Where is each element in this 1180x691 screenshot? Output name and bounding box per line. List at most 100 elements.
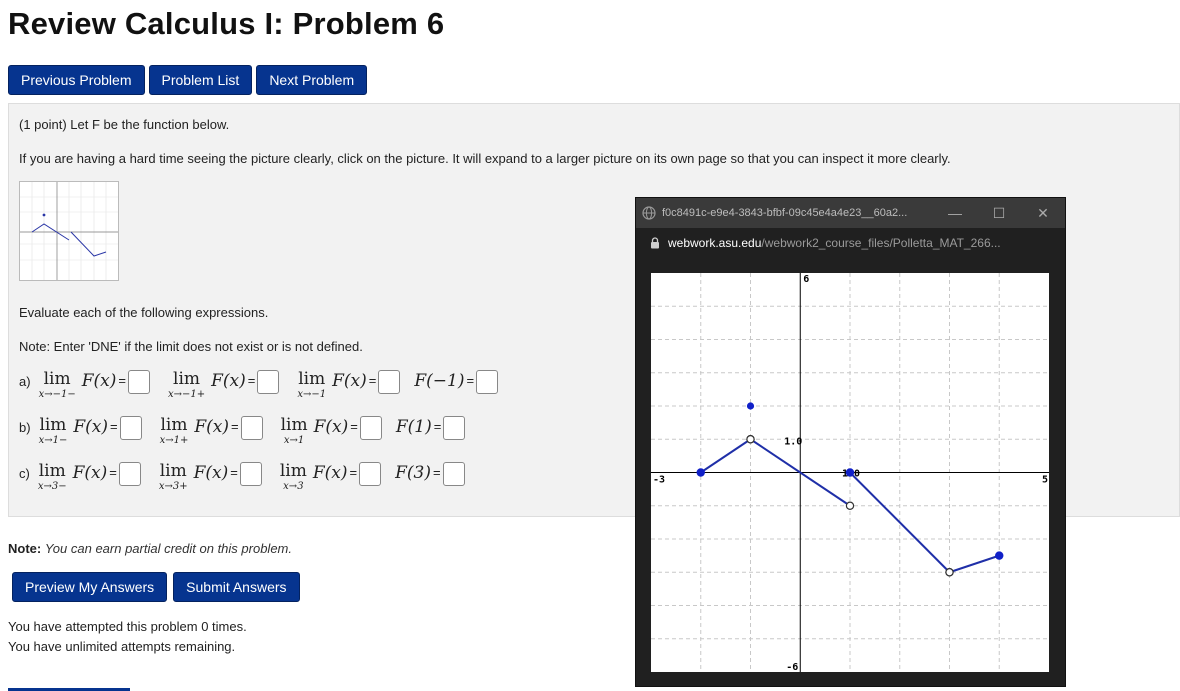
answer-input[interactable] xyxy=(378,370,401,394)
limit-subscript: x→−1 xyxy=(297,389,327,400)
function-expression: F(x) xyxy=(81,371,117,391)
function-expression: F(x) xyxy=(194,417,229,437)
graph-segment xyxy=(849,471,951,573)
equals-sign: = xyxy=(433,465,441,480)
function-value: F(1) xyxy=(395,417,432,437)
equals-sign: = xyxy=(466,373,475,388)
lim-symbol: lim xyxy=(160,415,188,435)
answer-input[interactable] xyxy=(443,416,466,440)
function-expression: F(x) xyxy=(312,463,348,483)
url-path: /webwork2_course_files/Polletta_MAT_266.… xyxy=(761,236,1001,250)
lim-symbol: lim xyxy=(159,461,187,481)
left-limit-expression: lim x→1− F(x) = xyxy=(35,416,142,447)
function-graph: -356-61.01.0 xyxy=(651,273,1049,672)
row-label: c) xyxy=(19,466,30,481)
two-sided-limit-expression: lim x→3 F(x) = xyxy=(276,461,382,493)
function-value-expression: F(3) = xyxy=(395,462,465,486)
limit-subscript: x→1− xyxy=(38,435,68,446)
answer-input[interactable] xyxy=(127,370,150,394)
function-expression: F(x) xyxy=(193,463,229,483)
function-value: F(3) xyxy=(395,463,432,483)
limit-subscript: x→−1+ xyxy=(167,389,206,400)
function-value-expression: F(1) = xyxy=(395,416,466,440)
note-text: You can earn partial credit on this prob… xyxy=(44,541,292,556)
answer-input[interactable] xyxy=(119,416,142,440)
maximize-icon[interactable]: ☐ xyxy=(977,198,1021,228)
function-expression: F(x) xyxy=(72,463,108,483)
equals-sign: = xyxy=(433,419,442,434)
problem-instructions: If you are having a hard time seeing the… xyxy=(19,151,951,166)
next-problem-button[interactable]: Next Problem xyxy=(256,65,368,95)
answer-input[interactable] xyxy=(442,462,465,486)
submit-answers-button[interactable]: Submit Answers xyxy=(173,572,300,602)
closed-endpoint xyxy=(995,551,1004,560)
problem-navigation: Previous Problem Problem List Next Probl… xyxy=(8,65,368,95)
y-min-tick-label: -6 xyxy=(786,662,798,672)
function-value-expression: F(−1) = xyxy=(414,370,499,394)
equals-sign: = xyxy=(118,373,126,388)
dne-note: Note: Enter 'DNE' if the limit does not … xyxy=(19,339,363,354)
left-limit-expression: lim x→−1− F(x) = xyxy=(35,370,150,401)
lim-symbol: lim xyxy=(279,461,307,481)
equals-sign: = xyxy=(247,373,256,388)
previous-problem-button[interactable]: Previous Problem xyxy=(8,65,145,95)
close-icon[interactable]: ✕ xyxy=(1021,198,1065,228)
question-row-a: a) lim x→−1− F(x) = lim x→−1+ F(x) = lim x→… xyxy=(19,370,512,401)
right-limit-expression: lim x→1+ F(x) = xyxy=(156,416,263,447)
limit-subscript: x→3+ xyxy=(158,481,188,492)
note-label: Note: xyxy=(8,541,42,556)
popup-title: f0c8491c-e9e4-3843-bfbf-09c45e4a4e23__60… xyxy=(662,207,908,219)
partial-credit-note: Note: You can earn partial credit on thi… xyxy=(8,541,292,556)
equals-sign: = xyxy=(109,419,118,434)
answer-input[interactable] xyxy=(359,416,382,440)
equals-sign: = xyxy=(231,419,239,434)
problem-intro: (1 point) Let F be the function below. xyxy=(19,117,230,132)
x-max-tick-label: 5 xyxy=(1042,475,1048,486)
globe-icon xyxy=(642,206,656,220)
attempts-message: You have attempted this problem 0 times. xyxy=(8,619,247,634)
preview-answers-button[interactable]: Preview My Answers xyxy=(12,572,168,602)
left-limit-expression: lim x→3− F(x) = xyxy=(34,462,141,493)
closed-endpoint xyxy=(845,468,855,477)
equals-sign: = xyxy=(349,465,358,480)
image-popup-window: f0c8491c-e9e4-3843-bfbf-09c45e4a4e23__60… xyxy=(635,197,1066,687)
minimize-icon[interactable]: — xyxy=(933,198,977,228)
open-endpoint xyxy=(845,501,855,510)
answer-input[interactable] xyxy=(118,462,141,486)
answer-input[interactable] xyxy=(359,462,382,486)
y-one-tick-label: 1.0 xyxy=(784,436,802,447)
limit-subscript: x→1 xyxy=(283,435,305,446)
function-expression: F(x) xyxy=(211,371,246,391)
graph-segment xyxy=(700,438,752,474)
lim-symbol: lim xyxy=(298,369,326,389)
equals-sign: = xyxy=(350,419,358,434)
limit-subscript: x→3− xyxy=(37,481,67,492)
lock-icon xyxy=(651,237,659,249)
closed-endpoint xyxy=(696,468,705,477)
popup-titlebar[interactable]: f0c8491c-e9e4-3843-bfbf-09c45e4a4e23__60… xyxy=(636,198,1065,228)
two-sided-limit-expression: lim x→1 F(x) = xyxy=(277,416,382,447)
graph-thumbnail[interactable] xyxy=(19,181,119,281)
url-host: webwork.asu.edu xyxy=(668,236,762,250)
lim-symbol: lim xyxy=(39,415,67,435)
page-title: Review Calculus I: Problem 6 xyxy=(8,6,445,41)
limit-subscript: x→1+ xyxy=(159,435,189,446)
thumbnail-graph-image xyxy=(20,182,118,280)
answer-input[interactable] xyxy=(257,370,280,394)
popup-address-bar[interactable]: webwork.asu.edu /webwork2_course_files/P… xyxy=(636,228,1065,258)
answer-input[interactable] xyxy=(240,416,263,440)
right-limit-expression: lim x→3+ F(x) = xyxy=(155,462,262,493)
limit-subscript: x→−1− xyxy=(38,389,76,400)
answer-input[interactable] xyxy=(239,462,262,486)
lim-symbol: lim xyxy=(173,369,201,389)
function-expression: F(x) xyxy=(332,371,367,391)
row-label: b) xyxy=(19,420,31,435)
answer-input[interactable] xyxy=(476,370,499,394)
two-sided-limit-expression: lim x→−1 F(x) = xyxy=(293,369,401,401)
evaluate-text: Evaluate each of the following expressio… xyxy=(19,305,269,320)
problem-list-button[interactable]: Problem List xyxy=(148,65,253,95)
equals-sign: = xyxy=(230,465,238,480)
lim-symbol: lim xyxy=(38,461,66,481)
remaining-message: You have unlimited attempts remaining. xyxy=(8,639,236,654)
limit-subscript: x→3 xyxy=(283,481,304,492)
